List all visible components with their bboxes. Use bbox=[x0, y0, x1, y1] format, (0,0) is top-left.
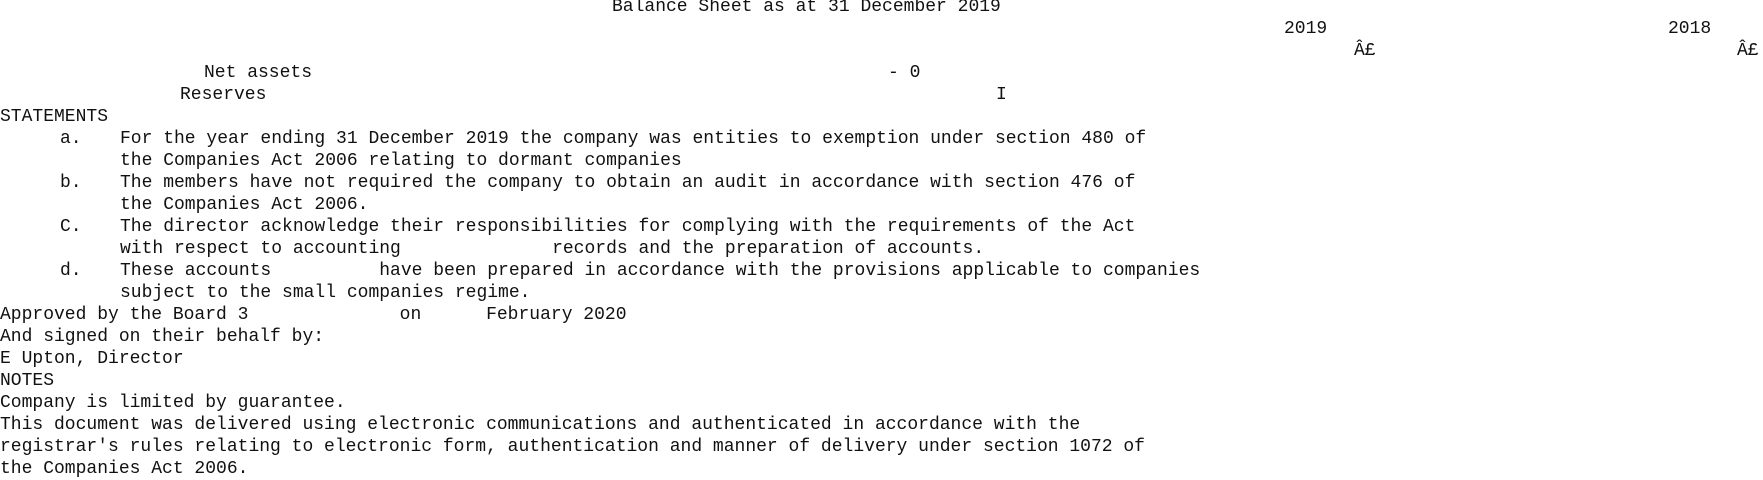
net-assets-label: Net assets bbox=[204, 63, 313, 83]
statement-line: The members have not required the compan… bbox=[120, 173, 1136, 193]
reserves-value: I bbox=[996, 85, 1007, 105]
reserves-label: Reserves bbox=[180, 85, 267, 105]
statement-line: the Companies Act 2006. bbox=[120, 195, 369, 215]
statement-line: subject to the small companies regime. bbox=[120, 283, 531, 303]
signatory: E Upton, Director bbox=[0, 349, 184, 369]
currency-current: Â£ bbox=[1354, 41, 1376, 61]
notes-heading: NOTES bbox=[0, 371, 55, 391]
statement-line: with respect to accounting records and t… bbox=[120, 239, 985, 259]
note-line: Company is limited by guarantee. bbox=[0, 393, 346, 413]
statement-line: the Companies Act 2006 relating to dorma… bbox=[120, 151, 682, 171]
statement-line: For the year ending 31 December 2019 the… bbox=[120, 129, 1147, 149]
statement-marker: b. bbox=[60, 173, 82, 193]
currency-prior: Â£ bbox=[1737, 41, 1759, 61]
note-line: This document was delivered using electr… bbox=[0, 415, 1081, 435]
statement-marker: C. bbox=[60, 217, 82, 237]
note-line: the Companies Act 2006. bbox=[0, 459, 249, 479]
statement-marker: d. bbox=[60, 261, 82, 281]
signed-line: And signed on their behalf by: bbox=[0, 327, 325, 347]
approval-line: Approved by the Board 3 on February 2020 bbox=[0, 305, 627, 325]
net-assets-value: - 0 bbox=[888, 63, 921, 83]
note-line: registrar's rules relating to electronic… bbox=[0, 437, 1145, 457]
column-year-current: 2019 bbox=[1284, 19, 1328, 39]
page-title: Balance Sheet as at 31 December 2019 bbox=[612, 0, 1001, 17]
statement-marker: a. bbox=[60, 129, 82, 149]
column-year-prior: 2018 bbox=[1668, 19, 1712, 39]
statement-line: These accounts have been prepared in acc… bbox=[120, 261, 1201, 281]
statements-heading: STATEMENTS bbox=[0, 107, 109, 127]
statement-line: The director acknowledge their responsib… bbox=[120, 217, 1136, 237]
